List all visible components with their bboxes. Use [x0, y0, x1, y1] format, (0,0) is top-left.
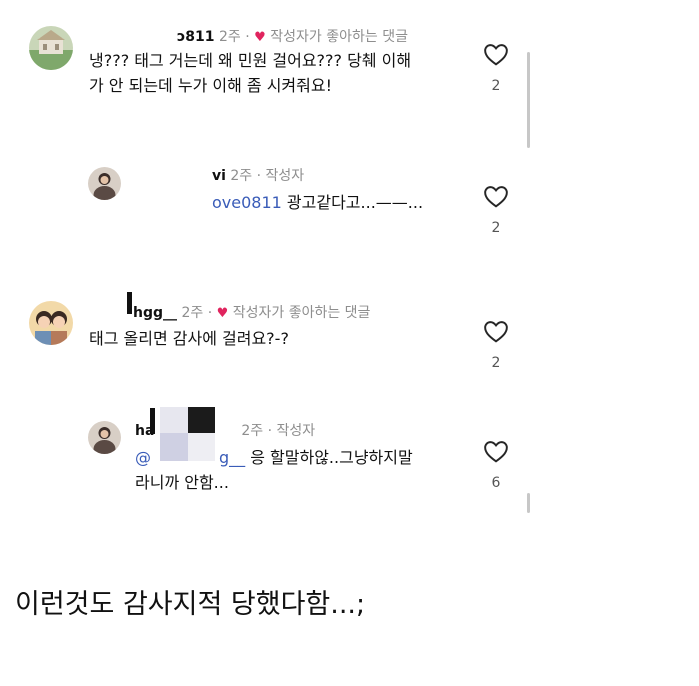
reply-body: 응 할말하않..그냥하지말 — [250, 448, 413, 467]
reply-body: 광고같다고...——... — [286, 193, 424, 212]
separator: · — [207, 305, 213, 321]
like-count: 2 — [491, 78, 501, 94]
avatar-image — [88, 167, 121, 200]
avatar-image — [88, 421, 121, 454]
comment-meta: ɔ811 2주 · ♥ 작성자가 좋아하는 댓글 — [177, 26, 408, 46]
like-button[interactable] — [483, 439, 509, 467]
redaction — [160, 433, 188, 461]
separator: · — [267, 423, 273, 439]
avatar-image — [29, 301, 73, 345]
caption: 이런것도 감사지적 당했다함...; — [15, 589, 366, 620]
reply-body-line: 라니까 안함... — [135, 473, 229, 492]
redaction — [150, 408, 155, 434]
like-count: 6 — [491, 475, 501, 491]
like-button[interactable] — [483, 184, 509, 212]
like-count: 2 — [491, 220, 501, 236]
creator-liked-label: 작성자가 좋아하는 댓글 — [270, 29, 408, 45]
comment-text-line: 태그 올리면 감사에 걸려요?-? — [89, 329, 289, 348]
mention-link[interactable]: g__ — [219, 448, 245, 467]
scrollbar[interactable] — [527, 52, 530, 148]
reply-meta: vi 2주 · 작성자 — [212, 165, 304, 185]
separator: · — [256, 168, 262, 184]
username[interactable]: hgg__ — [133, 305, 177, 321]
comment-text: 태그 올리면 감사에 걸려요?-? — [89, 326, 479, 351]
heart-outline-icon — [484, 321, 508, 343]
username[interactable]: ɔ811 — [177, 29, 215, 45]
comment-time: 2주 — [218, 29, 241, 45]
like-count: 2 — [491, 355, 501, 371]
avatar[interactable] — [88, 167, 121, 200]
heart-outline-icon — [484, 44, 508, 66]
mention-link[interactable]: ove0811 — [212, 193, 282, 212]
comment-text: 냉??? 태그 거는데 왜 민원 걸어요??? 당췌 이해 가 안 되는데 누가… — [89, 48, 479, 98]
author-label: 작성자 — [265, 168, 305, 184]
avatar[interactable] — [29, 26, 73, 70]
mention-link[interactable]: @ — [135, 448, 151, 467]
avatar-image — [29, 26, 73, 70]
comment-text-line: 냉??? 태그 거는데 왜 민원 걸어요??? 당췌 이해 — [89, 51, 412, 70]
scrollbar[interactable] — [527, 493, 530, 513]
avatar[interactable] — [88, 421, 121, 454]
username[interactable]: vi — [212, 168, 226, 184]
comment-text-line: 가 안 되는데 누가 이해 좀 시켜줘요! — [89, 76, 333, 95]
heart-filled-icon: ♥ — [216, 306, 229, 321]
like-button[interactable] — [483, 319, 509, 347]
redaction — [90, 22, 175, 44]
reply-time: 2주 — [230, 168, 253, 184]
heart-outline-icon — [484, 441, 508, 463]
creator-liked-label: 작성자가 좋아하는 댓글 — [232, 305, 371, 321]
reply-time: 2주 — [241, 423, 264, 439]
comment-time: 2주 — [181, 305, 204, 321]
author-label: 작성자 — [276, 423, 316, 439]
like-button[interactable] — [483, 42, 509, 70]
separator: · — [245, 29, 250, 45]
redaction — [188, 407, 215, 433]
comment-meta: hgg__ 2주 · ♥ 작성자가 좋아하는 댓글 — [133, 302, 370, 322]
heart-outline-icon — [484, 186, 508, 208]
reply-text: ove0811 광고같다고...——... — [212, 190, 423, 215]
heart-filled-icon: ♥ — [254, 30, 266, 45]
redaction — [160, 407, 188, 433]
redaction — [188, 433, 215, 461]
avatar[interactable] — [29, 301, 73, 345]
redaction — [127, 292, 132, 314]
